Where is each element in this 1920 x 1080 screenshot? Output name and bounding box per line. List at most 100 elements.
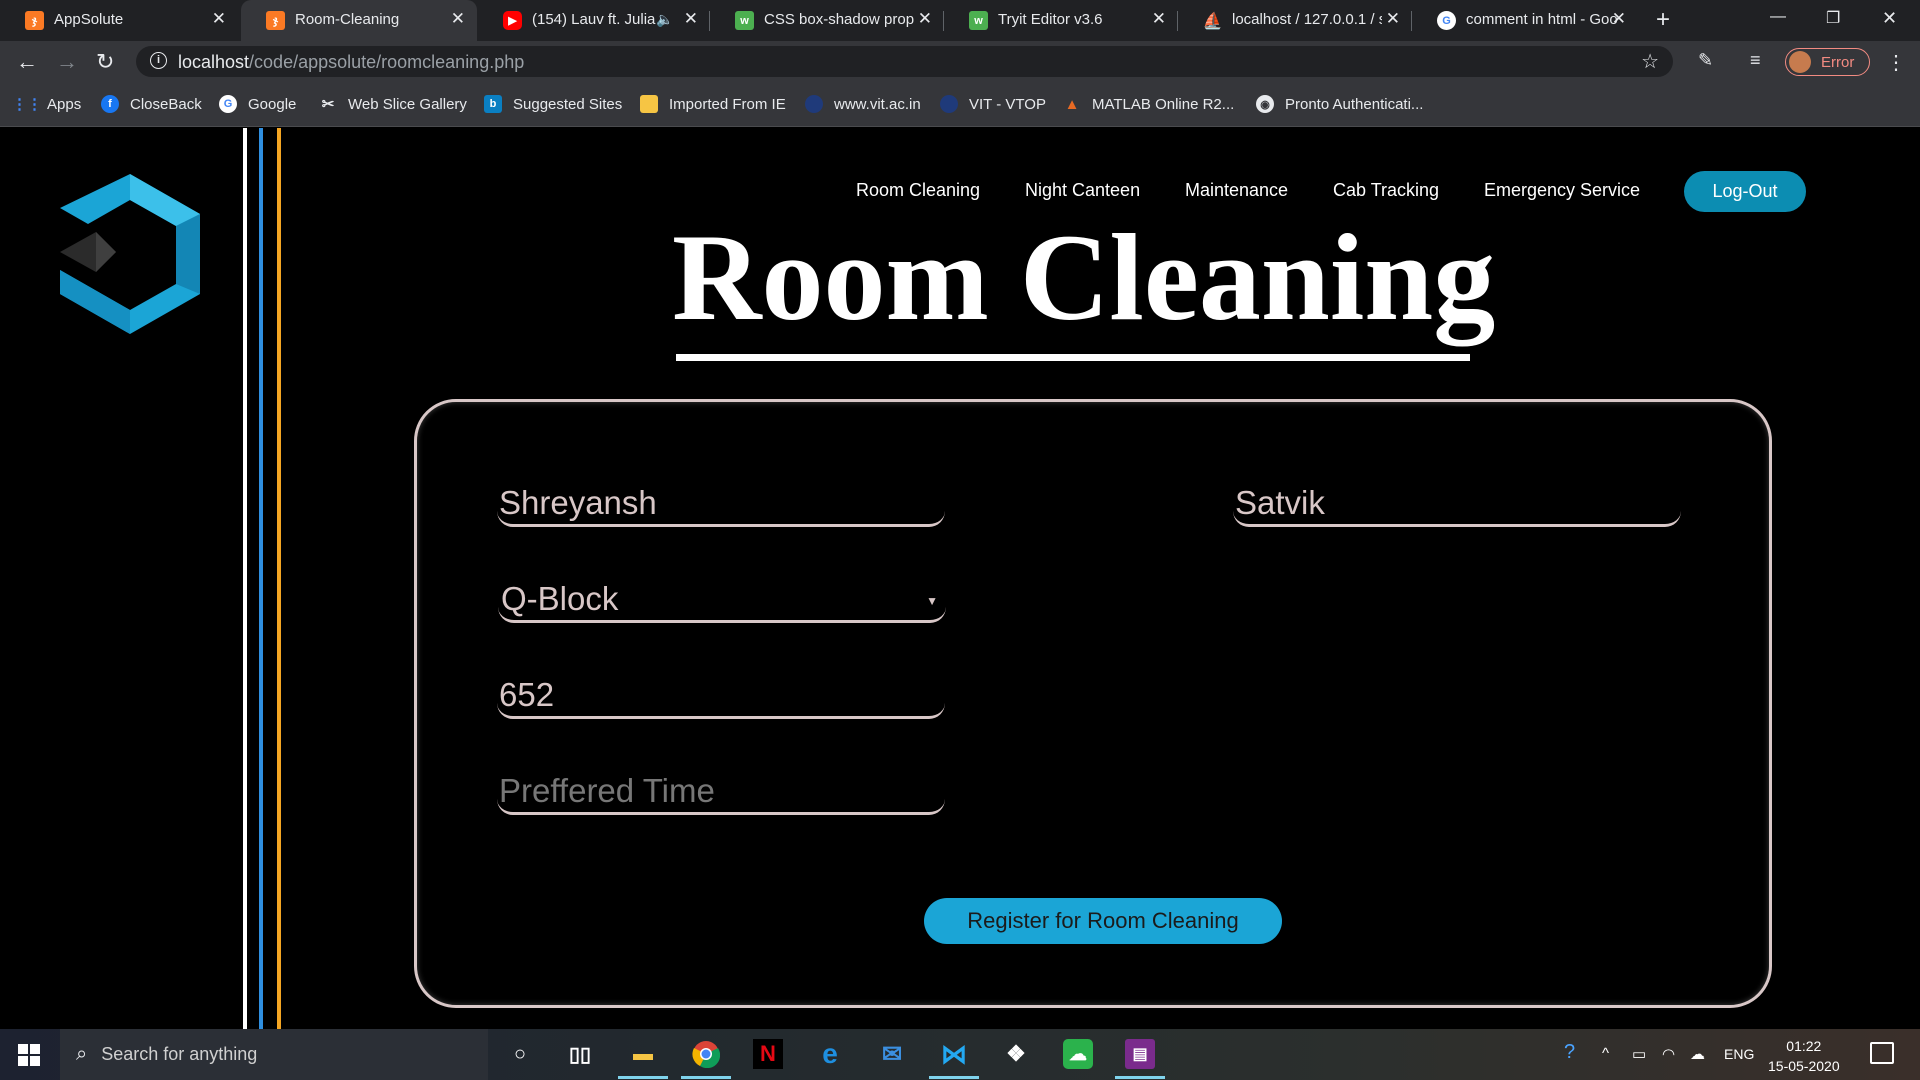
restore-icon[interactable]: ❐ — [1826, 8, 1840, 28]
address-bar[interactable]: i localhost/code/appsolute/roomcleaning.… — [136, 46, 1673, 77]
last-name-field[interactable]: Satvik — [1233, 481, 1681, 527]
last-name-value: Satvik — [1235, 484, 1325, 521]
wifi-icon[interactable]: ◠ — [1662, 1045, 1675, 1063]
bookmark-label: Web Slice Gallery — [348, 95, 467, 113]
page-title: Room Cleaning — [672, 209, 1496, 346]
vscode-icon[interactable]: ⋈ — [929, 1039, 979, 1079]
vit-icon — [940, 95, 958, 113]
taskbar-search-box[interactable]: ⌕ Search for anything — [60, 1029, 488, 1080]
bookmark-label: Suggested Sites — [513, 95, 623, 113]
bookmark-matlab[interactable]: ▲ MATLAB Online R2... — [1063, 95, 1235, 113]
window-close-icon[interactable]: ✕ — [1882, 8, 1897, 29]
bookmark-imported-from-ie[interactable]: Imported From IE — [640, 95, 786, 113]
tab-phpmyadmin[interactable]: ⛵ localhost / 127.0.0.1 / s ✕ — [1178, 0, 1412, 41]
close-icon[interactable]: ✕ — [684, 9, 698, 29]
nav-night-canteen[interactable]: Night Canteen — [1025, 180, 1140, 201]
clock-time: 01:22 — [1786, 1038, 1822, 1054]
tab-css-box-shadow[interactable]: w CSS box-shadow prope ✕ — [710, 0, 944, 41]
speaker-icon[interactable]: 🔈 — [656, 11, 673, 28]
nav-room-cleaning[interactable]: Room Cleaning — [856, 180, 980, 201]
bookmark-label: Google — [248, 95, 297, 113]
bookmark-vit-vtop[interactable]: VIT - VTOP — [940, 95, 1046, 113]
profile-button[interactable]: Error — [1785, 48, 1870, 76]
menu-icon[interactable]: ⋮ — [1886, 50, 1906, 75]
tab-title: AppSolute — [54, 11, 124, 28]
xampp-icon: ჯ — [266, 11, 285, 30]
preferred-time-placeholder: Preffered Time — [499, 772, 715, 809]
google-icon: G — [219, 95, 237, 113]
bookmark-closeback[interactable]: f CloseBack — [101, 95, 202, 113]
chrome-icon[interactable] — [681, 1039, 731, 1079]
title-underline — [676, 354, 1470, 361]
language-indicator[interactable]: ENG — [1724, 1046, 1754, 1062]
appsolute-logo[interactable] — [60, 174, 200, 334]
new-tab-icon[interactable]: + — [1656, 6, 1670, 34]
room-number-field[interactable]: 652 — [497, 673, 945, 719]
system-clock[interactable]: 01:22 15-05-2020 — [1768, 1036, 1840, 1076]
browser-tab-strip: ჯ AppSolute ✕ ჯ Room-Cleaning ✕ ▶ (154) … — [0, 0, 1920, 41]
close-icon[interactable]: ✕ — [451, 9, 465, 29]
back-icon[interactable]: ← — [16, 49, 38, 75]
cloud-download-icon[interactable]: ☁ — [1063, 1039, 1093, 1069]
close-icon[interactable]: ✕ — [918, 9, 932, 29]
vit-icon — [805, 95, 823, 113]
close-icon[interactable]: ✕ — [1612, 9, 1626, 29]
chevron-up-icon[interactable]: ^ — [1602, 1045, 1609, 1062]
logout-button[interactable]: Log-Out — [1684, 171, 1806, 212]
bookmark-apps[interactable]: ⋮⋮ Apps — [12, 95, 82, 114]
bookmark-star-icon[interactable]: ☆ — [1641, 49, 1659, 74]
web-page: Room Cleaning Night Canteen Maintenance … — [0, 128, 1920, 1029]
site-info-icon[interactable]: i — [150, 52, 167, 69]
bookmark-label: Imported From IE — [669, 95, 786, 113]
nav-maintenance[interactable]: Maintenance — [1185, 180, 1288, 201]
bookmark-vit[interactable]: www.vit.ac.in — [805, 95, 921, 113]
minimize-icon[interactable]: — — [1770, 8, 1786, 26]
tab-tryit-editor[interactable]: w Tryit Editor v3.6 ✕ — [944, 0, 1178, 41]
web-slice-icon: ✂ — [321, 96, 335, 113]
nav-emergency-service[interactable]: Emergency Service — [1484, 180, 1640, 201]
register-button[interactable]: Register for Room Cleaning — [924, 898, 1282, 944]
bookmark-web-slice-gallery[interactable]: ✂ Web Slice Gallery — [319, 95, 467, 114]
first-name-field[interactable]: Shreyansh — [497, 481, 945, 527]
dropbox-icon[interactable]: ❖ — [1001, 1039, 1031, 1069]
decorative-line-white — [243, 128, 247, 1029]
task-view-icon[interactable]: ▯▯ — [565, 1039, 595, 1069]
winrar-icon[interactable]: ▤ — [1115, 1039, 1165, 1079]
tab-google-search[interactable]: G comment in html - Goo ✕ — [1412, 0, 1638, 41]
onedrive-icon[interactable]: ☁ — [1690, 1045, 1705, 1063]
google-icon: G — [1437, 11, 1456, 30]
windows-start-icon[interactable] — [18, 1044, 40, 1066]
bookmark-google[interactable]: G Google — [219, 95, 296, 113]
battery-icon[interactable]: ▭ — [1632, 1045, 1646, 1063]
close-icon[interactable]: ✕ — [1386, 9, 1400, 29]
close-icon[interactable]: ✕ — [1152, 9, 1166, 29]
media-queue-icon[interactable]: ≡ — [1750, 50, 1761, 71]
mail-icon[interactable]: ✉ — [877, 1039, 907, 1069]
notification-center-icon[interactable] — [1870, 1042, 1894, 1064]
bookmark-suggested-sites[interactable]: b Suggested Sites — [484, 95, 622, 113]
forward-icon[interactable]: → — [56, 49, 78, 75]
tab-room-cleaning[interactable]: ჯ Room-Cleaning ✕ — [241, 0, 477, 41]
help-icon[interactable]: ? — [1564, 1041, 1575, 1064]
url-text[interactable]: localhost/code/appsolute/roomcleaning.ph… — [178, 52, 524, 73]
edge-icon[interactable]: e — [815, 1038, 845, 1069]
bookmark-label: Apps — [47, 95, 82, 113]
bookmark-pronto[interactable]: ◉ Pronto Authenticati... — [1256, 95, 1423, 113]
extension-icon[interactable]: ✎ — [1698, 50, 1713, 71]
block-select[interactable]: Q-Block ▼ — [498, 577, 946, 623]
tab-appsolute[interactable]: ჯ AppSolute ✕ — [0, 0, 238, 41]
tab-youtube[interactable]: ▶ (154) Lauv ft. Julia 🔈 ✕ — [478, 0, 710, 41]
tab-title: Room-Cleaning — [295, 11, 400, 28]
nav-cab-tracking[interactable]: Cab Tracking — [1333, 180, 1439, 201]
cortana-icon[interactable]: ○ — [505, 1039, 535, 1069]
reload-icon[interactable]: ↻ — [96, 49, 114, 75]
bookmark-label: MATLAB Online R2... — [1092, 95, 1235, 113]
netflix-icon[interactable]: N — [753, 1039, 783, 1069]
close-icon[interactable]: ✕ — [212, 9, 226, 29]
bookmark-label: Pronto Authenticati... — [1285, 95, 1424, 113]
preferred-time-field[interactable]: Preffered Time — [497, 769, 945, 815]
avatar — [1789, 51, 1811, 73]
bookmark-label: CloseBack — [130, 95, 202, 113]
file-explorer-icon[interactable]: ▬ — [618, 1039, 668, 1079]
matlab-icon: ▲ — [1064, 95, 1080, 113]
